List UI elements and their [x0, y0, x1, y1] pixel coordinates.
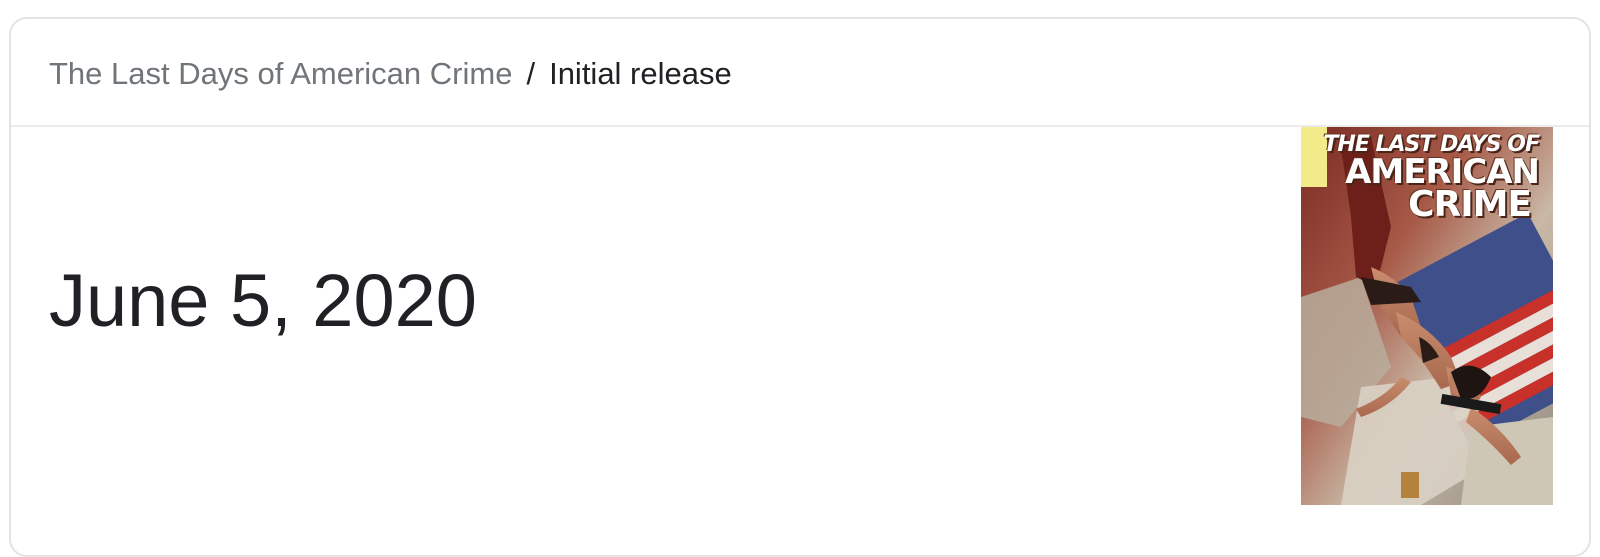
poster-title: THE LAST DAYS OF AMERICAN CRIME	[1323, 134, 1540, 226]
breadcrumb-separator: /	[526, 56, 536, 91]
release-date: June 5, 2020	[49, 259, 477, 342]
poster-title-line3: CRIME	[1408, 184, 1532, 226]
movie-poster-thumbnail[interactable]: THE LAST DAYS OF AMERICAN CRIME	[1301, 127, 1553, 505]
answer-card: The Last Days of American Crime / Initial …	[9, 17, 1591, 557]
breadcrumb-parent-link[interactable]: The Last Days of American Crime	[49, 56, 512, 91]
breadcrumb: The Last Days of American Crime / Initial …	[49, 55, 732, 93]
breadcrumb-current: Initial release	[549, 56, 732, 91]
card-header: The Last Days of American Crime / Initial …	[11, 19, 1589, 127]
